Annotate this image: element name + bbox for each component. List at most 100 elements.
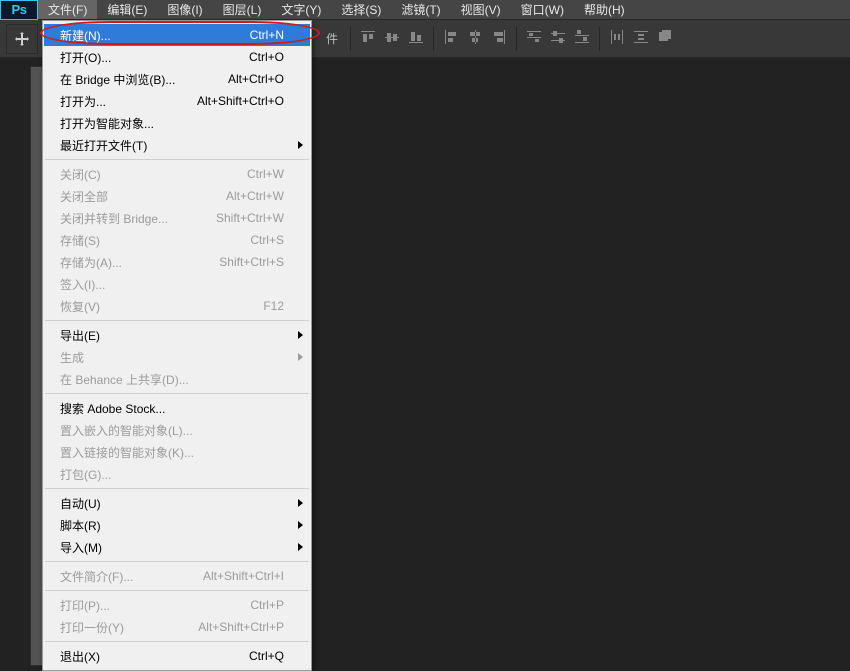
menu-item: 打印一份(Y)Alt+Shift+Ctrl+P [44, 616, 310, 638]
menu-item-label: 关闭(C) [60, 166, 101, 183]
align-bottom-button[interactable] [405, 28, 427, 50]
menu-编辑(e)[interactable]: 编辑(E) [97, 0, 157, 19]
menu-滤镜(t)[interactable]: 滤镜(T) [391, 0, 450, 19]
divider-icon [350, 27, 351, 51]
menu-item-label: 生成 [60, 349, 84, 366]
menu-item-label: 导入(M) [60, 539, 102, 556]
menu-item[interactable]: 最近打开文件(T) [44, 134, 310, 156]
menu-item-shortcut: Shift+Ctrl+W [216, 211, 284, 225]
menu-item-shortcut: Ctrl+S [250, 233, 284, 247]
menu-item: 打印(P)...Ctrl+P [44, 594, 310, 616]
menu-文字(y)[interactable]: 文字(Y) [271, 0, 331, 19]
active-tool-indicator[interactable] [6, 24, 38, 54]
dist-v-button[interactable] [630, 28, 652, 50]
align-vc-button[interactable] [381, 28, 403, 50]
distribute-group [523, 20, 593, 57]
menu-item[interactable]: 新建(N)...Ctrl+N [44, 24, 310, 46]
menu-item-shortcut: Ctrl+W [247, 167, 284, 181]
divider-icon [599, 27, 600, 51]
menu-separator [45, 393, 309, 394]
dist-top-icon [526, 29, 542, 48]
menu-item-label: 签入(I)... [60, 276, 105, 293]
menu-item[interactable]: 在 Bridge 中浏览(B)... Alt+Ctrl+O [44, 68, 310, 90]
menu-item-label: 打开为... [60, 93, 106, 110]
options-label-fragment: 件 [326, 20, 344, 57]
menu-文件(f)[interactable]: 文件(F) [38, 0, 97, 19]
menu-item[interactable]: 导入(M) [44, 536, 310, 558]
menu-item-shortcut: Alt+Ctrl+W [226, 189, 284, 203]
dist-bottom-button[interactable] [571, 28, 593, 50]
menu-帮助(h)[interactable]: 帮助(H) [574, 0, 635, 19]
menu-item[interactable]: 退出(X)Ctrl+Q [44, 645, 310, 667]
menu-item-label: 恢复(V) [60, 298, 100, 315]
threed-button[interactable] [654, 28, 676, 50]
threed-icon [657, 29, 673, 48]
menu-item-label: 最近打开文件(T) [60, 137, 147, 154]
divider-icon [433, 27, 434, 51]
menu-item-label: 退出(X) [60, 648, 100, 665]
menu-item: 在 Behance 上共享(D)... [44, 368, 310, 390]
menu-图像(i)[interactable]: 图像(I) [157, 0, 212, 19]
align-top-icon [360, 29, 376, 48]
menu-item-label: 在 Behance 上共享(D)... [60, 371, 189, 388]
menu-item-label: 自动(U) [60, 495, 101, 512]
menu-item-label: 置入嵌入的智能对象(L)... [60, 422, 193, 439]
align-hc-button[interactable] [464, 28, 486, 50]
menu-item-label: 文件简介(F)... [60, 568, 133, 585]
menu-item[interactable]: 打开为... Alt+Shift+Ctrl+O [44, 90, 310, 112]
align-right-button[interactable] [488, 28, 510, 50]
menu-item-label: 存储(S) [60, 232, 100, 249]
align-center-group [440, 20, 510, 57]
menu-选择(s)[interactable]: 选择(S) [331, 0, 391, 19]
menu-item[interactable]: 导出(E) [44, 324, 310, 346]
align-left-button[interactable] [440, 28, 462, 50]
menu-item-shortcut: Alt+Shift+Ctrl+I [203, 569, 284, 583]
menu-item-shortcut: Alt+Shift+Ctrl+O [197, 94, 284, 108]
menu-item: 存储为(A)... Shift+Ctrl+S [44, 251, 310, 273]
menu-窗口(w)[interactable]: 窗口(W) [511, 0, 574, 19]
submenu-arrow-icon [298, 353, 303, 361]
dist-vc-button[interactable] [547, 28, 569, 50]
submenu-arrow-icon [298, 543, 303, 551]
menubar: Ps 文件(F)编辑(E)图像(I)图层(L)文字(Y)选择(S)滤镜(T)视图… [0, 0, 850, 20]
menu-separator [45, 641, 309, 642]
menu-item-label: 在 Bridge 中浏览(B)... [60, 71, 175, 88]
menu-图层(l)[interactable]: 图层(L) [213, 0, 272, 19]
menu-item-shortcut: Alt+Shift+Ctrl+P [198, 620, 284, 634]
align-right-icon [491, 29, 507, 48]
menu-item-shortcut: Alt+Ctrl+O [228, 72, 284, 86]
menu-item-label: 存储为(A)... [60, 254, 122, 271]
menu-item: 恢复(V)F12 [44, 295, 310, 317]
menu-item-label: 导出(E) [60, 327, 100, 344]
submenu-arrow-icon [298, 499, 303, 507]
menu-item[interactable]: 打开为智能对象... [44, 112, 310, 134]
dist-bottom-icon [574, 29, 590, 48]
submenu-arrow-icon [298, 331, 303, 339]
dist-vc-icon [550, 29, 566, 48]
align-hc-icon [467, 29, 483, 48]
file-menu-dropdown: 新建(N)...Ctrl+N打开(O)...Ctrl+O在 Bridge 中浏览… [42, 20, 312, 671]
dist-h-button[interactable] [606, 28, 628, 50]
menu-separator [45, 159, 309, 160]
menu-item[interactable]: 搜索 Adobe Stock... [44, 397, 310, 419]
align-top-button[interactable] [357, 28, 379, 50]
menu-item[interactable]: 脚本(R) [44, 514, 310, 536]
menu-separator [45, 320, 309, 321]
menu-item-label: 新建(N)... [60, 27, 111, 44]
menu-item: 置入链接的智能对象(K)... [44, 441, 310, 463]
menu-item-label: 关闭并转到 Bridge... [60, 210, 168, 227]
menu-item-shortcut: Shift+Ctrl+S [219, 255, 284, 269]
dist-top-button[interactable] [523, 28, 545, 50]
menu-item[interactable]: 打开(O)...Ctrl+O [44, 46, 310, 68]
menu-item: 打包(G)... [44, 463, 310, 485]
dist-h-icon [609, 29, 625, 48]
menu-item: 置入嵌入的智能对象(L)... [44, 419, 310, 441]
menu-item-label: 关闭全部 [60, 188, 108, 205]
menu-item[interactable]: 自动(U) [44, 492, 310, 514]
distribute-spacing-group [606, 20, 676, 57]
dist-v-icon [633, 29, 649, 48]
menu-视图(v)[interactable]: 视图(V) [451, 0, 511, 19]
menu-item: 文件简介(F)... Alt+Shift+Ctrl+I [44, 565, 310, 587]
menu-item-label: 打开为智能对象... [60, 115, 154, 132]
menu-item: 关闭并转到 Bridge... Shift+Ctrl+W [44, 207, 310, 229]
